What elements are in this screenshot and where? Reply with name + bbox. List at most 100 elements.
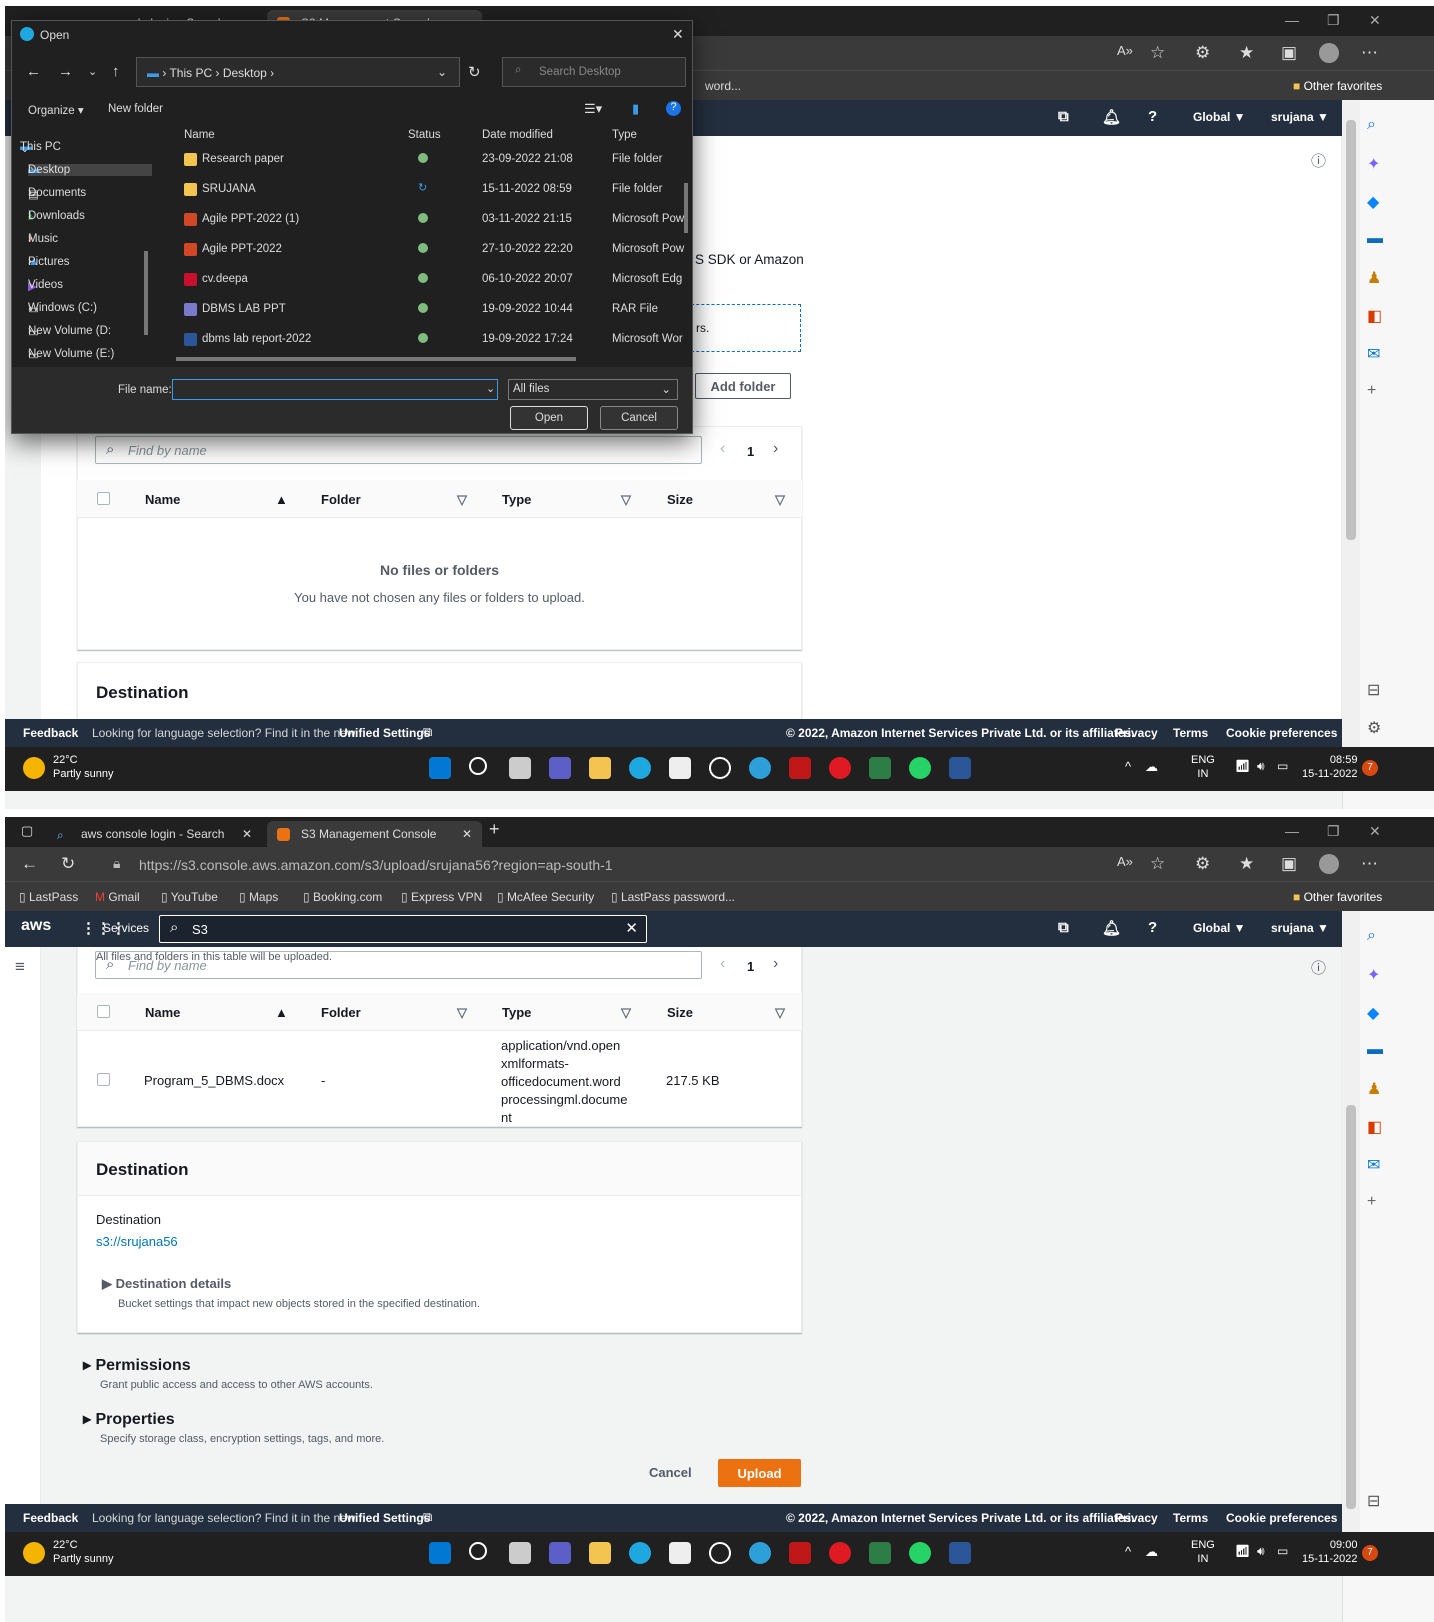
sort-icon[interactable]: ▽	[775, 1005, 785, 1021]
onedrive-icon[interactable]: ☁	[1145, 759, 1158, 775]
view-options-icon[interactable]: ☰▾	[584, 101, 602, 117]
next-page-icon[interactable]: ›	[773, 440, 778, 458]
page-scrollbar[interactable]	[1342, 911, 1360, 1532]
tab-actions-icon[interactable]: ▢	[21, 823, 33, 839]
outlook-icon[interactable]: ✉	[1367, 344, 1380, 364]
clock[interactable]: 09:00 15-11-2022	[1302, 1538, 1357, 1566]
games-icon[interactable]: ♟	[1367, 268, 1381, 288]
info-icon[interactable]: ⓘ	[1311, 957, 1326, 978]
help-icon[interactable]: ?	[1148, 108, 1157, 125]
cookie-preferences-link[interactable]: Cookie preferences	[1226, 726, 1337, 740]
shopping-icon[interactable]: ◆	[1367, 1003, 1379, 1023]
onedrive-icon[interactable]: ☁	[1145, 1544, 1158, 1560]
file-explorer-icon[interactable]	[589, 1542, 611, 1564]
permissions-toggle[interactable]: ▸ Permissions	[83, 1355, 191, 1375]
close-icon[interactable]: ✕	[672, 26, 684, 43]
file-row[interactable]: SRUJANA ↻ 15-11-2022 08:59 File folder	[172, 175, 692, 204]
unified-settings-link[interactable]: Unified Settings	[339, 1511, 430, 1525]
destination-details-toggle[interactable]: ▶ Destination details	[102, 1276, 231, 1292]
sort-asc-icon[interactable]: ▲	[275, 1005, 288, 1020]
next-page-icon[interactable]: ›	[773, 955, 778, 973]
bookmark-mcafee[interactable]: ▯ McAfee Security	[497, 890, 594, 904]
find-by-name-input[interactable]: ⌕ Find by name	[95, 951, 702, 979]
col-name[interactable]: Name	[145, 1005, 180, 1020]
back-icon[interactable]: ←	[26, 63, 41, 80]
scroll-thumb[interactable]	[1346, 120, 1356, 540]
sort-icon[interactable]: ▽	[457, 1005, 467, 1021]
tools-icon[interactable]: ▬	[1367, 230, 1383, 248]
aws-search-input[interactable]: ⌕ S3 ✕	[159, 915, 647, 943]
read-aloud-icon[interactable]: A»	[1117, 43, 1133, 58]
close-tab-icon[interactable]: ✕	[242, 827, 252, 841]
help-icon[interactable]: ?	[666, 101, 681, 116]
close-icon[interactable]: ✕	[1369, 12, 1381, 29]
col-date-modified[interactable]: Date modified	[482, 129, 553, 141]
close-tab-icon[interactable]: ✕	[462, 827, 472, 841]
vertical-scrollbar[interactable]	[684, 183, 688, 233]
notification-badge[interactable]: 7	[1362, 1545, 1378, 1561]
minimize-icon[interactable]: —	[1285, 12, 1299, 28]
file-row[interactable]: DBMS LAB PPT 19-09-2022 10:44 RAR File	[172, 295, 692, 324]
path-desktop[interactable]: Desktop	[223, 66, 267, 80]
scroll-thumb[interactable]	[1346, 1105, 1356, 1509]
chevron-down-icon[interactable]: ⌄	[88, 65, 97, 78]
sidebar-hide-icon[interactable]: ⊟	[1367, 1491, 1380, 1511]
word-icon[interactable]	[949, 1542, 971, 1564]
app-icon[interactable]	[709, 757, 731, 779]
shopping-icon[interactable]: ◆	[1367, 192, 1379, 212]
hamburger-menu-icon[interactable]: ≡	[15, 957, 25, 977]
col-type[interactable]: Type	[612, 129, 637, 141]
collections-icon[interactable]: ▣	[1281, 854, 1297, 874]
profile-avatar[interactable]	[1319, 43, 1339, 63]
col-name[interactable]: Name	[184, 129, 215, 141]
chrome-icon[interactable]	[749, 757, 771, 779]
tree-volume-e[interactable]: › ▭ New Volume (E:)	[28, 348, 114, 362]
favorite-icon[interactable]: ☆	[1150, 854, 1165, 874]
path-bar[interactable]: ▬ › This PC › Desktop › ⌄	[136, 57, 460, 87]
menu-icon[interactable]: ⋯	[1361, 43, 1378, 63]
tree-downloads[interactable]: › ⤓ Downloads	[28, 210, 85, 222]
search-icon[interactable]: ⌕	[1367, 927, 1376, 945]
tree-documents[interactable]: › ▤ Documents	[28, 187, 86, 201]
extensions-icon[interactable]: ⚙	[1195, 43, 1210, 63]
privacy-link[interactable]: Privacy	[1115, 726, 1158, 740]
upload-button[interactable]: Upload	[718, 1459, 801, 1487]
app-icon[interactable]	[709, 1542, 731, 1564]
notification-badge[interactable]: 7	[1362, 760, 1378, 776]
select-all-checkbox[interactable]	[97, 492, 110, 505]
col-folder[interactable]: Folder	[321, 1005, 361, 1020]
drop-zone[interactable]: rs.	[681, 304, 801, 352]
chrome-icon[interactable]	[749, 1542, 771, 1564]
opera-icon[interactable]	[829, 757, 851, 779]
teams-icon[interactable]	[549, 757, 571, 779]
settings-icon[interactable]: ⚙	[1367, 718, 1381, 738]
favorite-icon[interactable]: ☆	[1150, 43, 1165, 63]
cancel-button[interactable]: Cancel	[649, 1465, 692, 1480]
outlook-icon[interactable]: ✉	[1367, 1155, 1380, 1175]
bell-icon[interactable]: 🔔︎	[1102, 108, 1121, 126]
col-name[interactable]: Name	[145, 492, 180, 507]
language-indicator[interactable]: ENG IN	[1191, 1538, 1215, 1566]
bell-icon[interactable]: 🔔︎	[1102, 919, 1121, 937]
other-favorites[interactable]: ■ Other favorites	[1293, 79, 1382, 93]
collections-icon[interactable]: ▣	[1281, 43, 1297, 63]
help-icon[interactable]: ?	[1148, 919, 1157, 936]
tree-videos[interactable]: › ▶ Videos	[28, 279, 63, 293]
prev-page-icon[interactable]: ‹	[720, 440, 725, 458]
profile-avatar[interactable]	[1319, 854, 1339, 874]
properties-toggle[interactable]: ▸ Properties	[83, 1409, 175, 1429]
sort-icon[interactable]: ▽	[621, 1005, 631, 1021]
chevron-down-icon[interactable]: ⌄	[437, 65, 447, 79]
restore-icon[interactable]: ❐	[1327, 823, 1340, 840]
start-icon[interactable]	[429, 757, 451, 779]
open-button[interactable]: Open	[510, 406, 588, 430]
battery-icon[interactable]: ▭	[1277, 759, 1288, 773]
file-row[interactable]: Agile PPT-2022 (1) 03-11-2022 21:15 Micros…	[172, 205, 692, 234]
sidebar-hide-icon[interactable]: ⊟	[1367, 680, 1380, 700]
file-row[interactable]: Agile PPT-2022 27-10-2022 22:20 Microsoft …	[172, 235, 692, 264]
col-type[interactable]: Type	[502, 492, 531, 507]
destination-link[interactable]: s3://srujana56	[96, 1234, 178, 1249]
col-status[interactable]: Status	[408, 129, 441, 141]
bookmark-gmail[interactable]: M Gmail	[95, 890, 140, 904]
col-type[interactable]: Type	[502, 1005, 531, 1020]
